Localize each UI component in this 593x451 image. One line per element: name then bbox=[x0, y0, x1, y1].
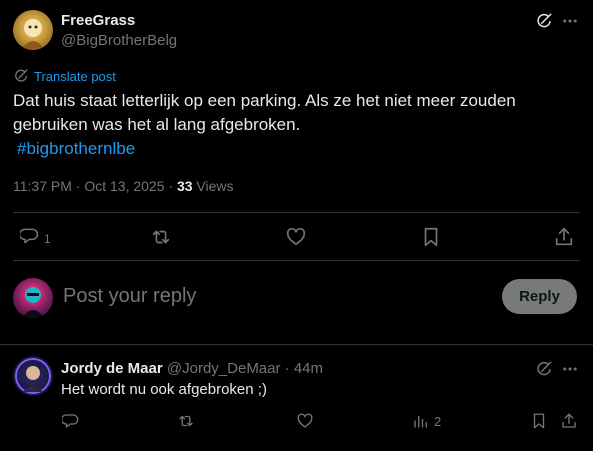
hashtag-link[interactable]: #bigbrothernlbe bbox=[17, 139, 135, 158]
reply-author-name[interactable]: Jordy de Maar bbox=[61, 360, 163, 377]
reply-reply-icon[interactable] bbox=[62, 412, 80, 430]
translate-label: Translate post bbox=[34, 68, 116, 84]
reply-share-icon[interactable] bbox=[560, 412, 578, 430]
reply-author-handle[interactable]: @Jordy_DeMaar bbox=[167, 360, 281, 377]
translate-icon bbox=[13, 68, 29, 84]
like-icon[interactable] bbox=[285, 226, 307, 248]
reply-input[interactable]: Post your reply bbox=[63, 285, 483, 311]
translate-post-link[interactable]: Translate post bbox=[13, 68, 116, 84]
reply-author-avatar[interactable] bbox=[13, 356, 53, 396]
reply-count: 1 bbox=[44, 232, 51, 246]
reply-submit-button[interactable]: Reply bbox=[502, 279, 577, 314]
share-icon[interactable] bbox=[553, 226, 575, 248]
reply-more-icon[interactable] bbox=[561, 360, 579, 378]
reply-views-action[interactable]: 2 bbox=[412, 412, 441, 430]
reply-action[interactable]: 1 bbox=[20, 226, 51, 246]
reply-separator: · bbox=[284, 360, 290, 377]
reply-time[interactable]: 44m bbox=[294, 360, 323, 377]
reply-header: Jordy de Maar @Jordy_DeMaar · 44m bbox=[61, 360, 323, 377]
repost-icon[interactable] bbox=[150, 226, 172, 248]
post-text: Dat huis staat letterlijk op een parking… bbox=[13, 89, 573, 161]
actions-divider bbox=[13, 260, 580, 261]
post-meta: 11:37 PM · Oct 13, 2025 · 33 Views bbox=[13, 178, 234, 194]
reply-like-icon[interactable] bbox=[296, 412, 314, 430]
reply-grok-icon[interactable] bbox=[535, 360, 553, 378]
composer-divider bbox=[0, 344, 593, 345]
post-body: Dat huis staat letterlijk op een parking… bbox=[13, 91, 516, 134]
reply-text: Het wordt nu ook afgebroken ;) bbox=[61, 381, 267, 398]
reply-bookmark-icon[interactable] bbox=[530, 412, 548, 430]
reply-icon bbox=[20, 226, 40, 246]
meta-divider bbox=[13, 212, 580, 213]
more-icon[interactable] bbox=[561, 12, 579, 30]
post-timestamp[interactable]: 11:37 PM · Oct 13, 2025 · bbox=[13, 178, 177, 194]
bookmark-icon[interactable] bbox=[420, 226, 442, 248]
author-name[interactable]: FreeGrass bbox=[61, 12, 135, 29]
views-icon bbox=[412, 412, 430, 430]
reply-views-count: 2 bbox=[434, 413, 442, 429]
author-handle[interactable]: @BigBrotherBelg bbox=[61, 32, 177, 49]
views-count: 33 bbox=[176, 178, 193, 194]
current-user-avatar[interactable] bbox=[13, 278, 53, 318]
views-label: Views bbox=[196, 178, 234, 194]
author-avatar[interactable] bbox=[13, 10, 53, 50]
grok-icon[interactable] bbox=[535, 12, 553, 30]
reply-repost-icon[interactable] bbox=[177, 412, 195, 430]
